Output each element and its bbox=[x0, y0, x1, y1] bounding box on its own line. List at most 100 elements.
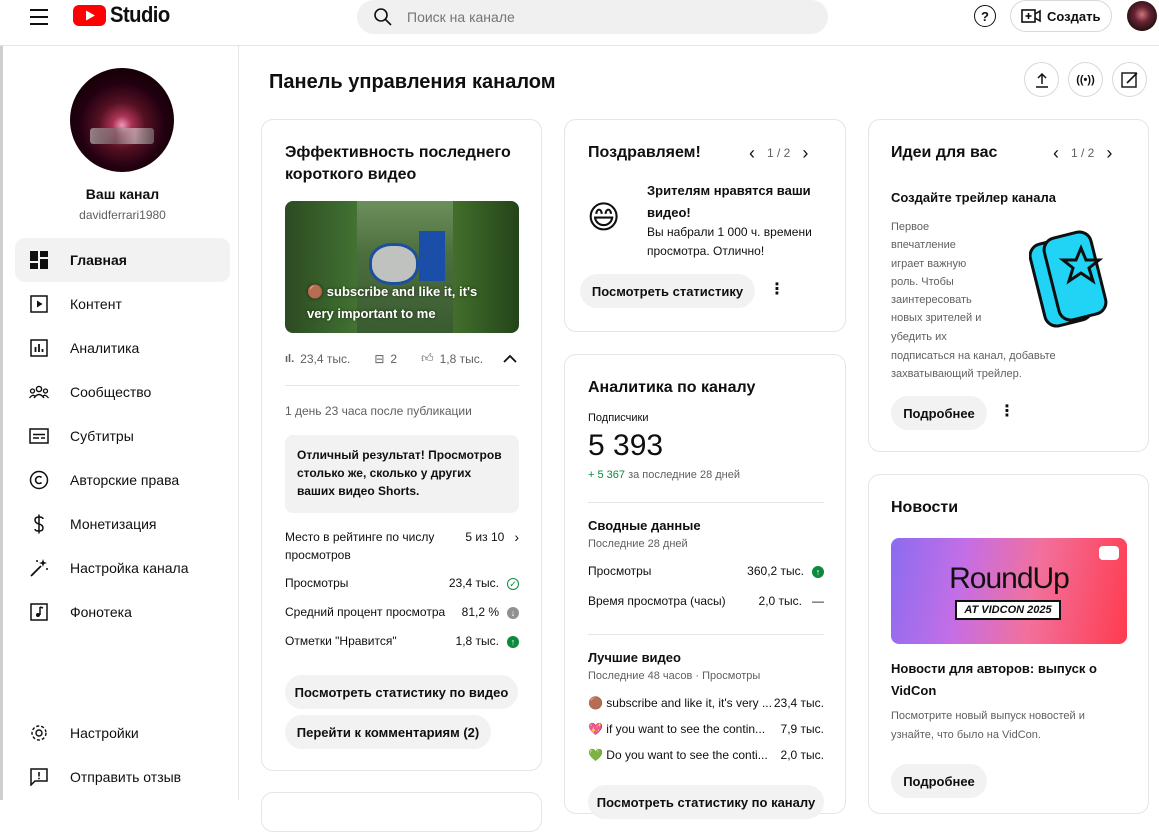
news-banner[interactable]: RoundUp AT VIDCON 2025 bbox=[891, 538, 1127, 644]
sidebar: Ваш канал davidferrari1980 Главная Конте… bbox=[0, 46, 239, 800]
comments-count: 2 bbox=[390, 351, 398, 366]
likes-label: Отметки "Нравится" bbox=[285, 634, 397, 648]
audio-library-icon bbox=[28, 601, 50, 623]
sidebar-item-label: Аналитика bbox=[70, 340, 140, 356]
more-vert-icon[interactable]: ⋮ bbox=[999, 403, 1015, 423]
summary-views-value: 360,2 тыс. bbox=[747, 564, 804, 578]
sidebar-item-label: Настройки bbox=[70, 725, 139, 741]
channel-analytics-card: Аналитика по каналу Подписчики 5 393 + 5… bbox=[564, 354, 846, 819]
sidebar-item-monetization[interactable]: Монетизация bbox=[15, 502, 230, 546]
rank-row[interactable]: Место в рейтинге по числу просмотров 5 и… bbox=[285, 528, 519, 564]
divider bbox=[588, 502, 824, 503]
analytics-icon bbox=[28, 337, 50, 359]
view-stats-button[interactable]: Посмотреть статистику bbox=[580, 274, 755, 308]
news-card: Новости RoundUp AT VIDCON 2025 Новости д… bbox=[868, 474, 1149, 814]
top-video-row[interactable]: 💖 if you want to see the contin... 7,9 т… bbox=[588, 722, 824, 736]
menu-icon[interactable] bbox=[24, 4, 56, 30]
sidebar-item-customization[interactable]: Настройка канала bbox=[15, 546, 230, 590]
create-button[interactable]: Создать bbox=[1010, 0, 1112, 32]
check-circle-icon: ✓ bbox=[507, 577, 519, 590]
sidebar-item-content[interactable]: Контент bbox=[15, 282, 230, 326]
sidebar-item-feedback[interactable]: Отправить отзыв bbox=[15, 755, 230, 799]
learn-more-button[interactable]: Подробнее bbox=[891, 396, 987, 430]
search-icon bbox=[374, 8, 392, 26]
top-video-title: 💚 Do you want to see the conti... bbox=[588, 748, 768, 762]
train-face-shape bbox=[369, 243, 419, 285]
divider bbox=[285, 385, 519, 386]
train-body-shape bbox=[419, 231, 445, 281]
view-video-stats-button[interactable]: Посмотреть статистику по видео bbox=[285, 675, 518, 709]
top-video-views: 7,9 тыс. bbox=[780, 722, 824, 736]
help-icon[interactable]: ? bbox=[974, 5, 996, 27]
top-video-row[interactable]: 💚 Do you want to see the conti... 2,0 ты… bbox=[588, 748, 824, 762]
arrow-up-circle-icon: ↑ bbox=[812, 565, 824, 578]
rank-value: 5 из 10 bbox=[465, 530, 505, 544]
chevron-right-icon[interactable]: › bbox=[1106, 144, 1112, 162]
chevron-right-icon[interactable]: › bbox=[802, 144, 808, 162]
idea-subtitle: Создайте трейлер канала bbox=[891, 190, 1057, 205]
subscribers-delta-period: за последние 28 дней bbox=[628, 469, 741, 481]
sidebar-item-label: Отправить отзыв bbox=[70, 769, 182, 785]
congrats-headline: Зрителям нравятся ваши видео! bbox=[647, 183, 811, 220]
more-vert-icon[interactable]: ⋮ bbox=[769, 281, 785, 301]
views-count: 23,4 тыс. bbox=[300, 351, 351, 366]
upload-button[interactable] bbox=[1024, 62, 1059, 97]
upload-icon bbox=[1035, 72, 1048, 88]
channel-name: Ваш канал bbox=[85, 186, 160, 202]
top-video-views: 2,0 тыс. bbox=[780, 748, 824, 762]
avg-view-label: Средний процент просмотра bbox=[285, 605, 446, 619]
sidebar-item-dashboard[interactable]: Главная bbox=[15, 238, 230, 282]
youtube-badge-icon bbox=[1099, 546, 1119, 560]
sidebar-item-copyright[interactable]: Авторские права bbox=[15, 458, 230, 502]
search-input[interactable] bbox=[407, 9, 767, 25]
studio-logo[interactable]: Studio bbox=[73, 2, 175, 28]
summary-watchtime-row: Время просмотра (часы) 2,0 тыс. — bbox=[588, 594, 824, 608]
sidebar-item-settings[interactable]: Настройки bbox=[15, 711, 230, 755]
search-bar[interactable] bbox=[357, 0, 828, 34]
video-thumbnail[interactable]: 🟤 subscribe and like it, it's very impor… bbox=[285, 201, 519, 333]
subtitles-icon bbox=[28, 425, 50, 447]
chevron-left-icon[interactable]: ‹ bbox=[749, 144, 755, 162]
card-title: Аналитика по каналу bbox=[588, 379, 756, 396]
next-card-partial bbox=[261, 792, 542, 832]
sidebar-item-subtitles[interactable]: Субтитры bbox=[15, 414, 230, 458]
news-headline[interactable]: Новости для авторов: выпуск о VidCon bbox=[891, 658, 1127, 702]
news-learn-more-button[interactable]: Подробнее bbox=[891, 764, 987, 798]
views-value: 23,4 тыс. bbox=[448, 576, 499, 590]
published-time: 1 день 23 часа после публикации bbox=[285, 404, 472, 418]
sidebar-item-label: Субтитры bbox=[70, 428, 134, 444]
top-video-row[interactable]: 🟤 subscribe and like it, it's very ... 2… bbox=[588, 696, 824, 710]
congrats-text: Вы набрали 1 000 ч. времени просмотра. О… bbox=[647, 225, 812, 258]
sidebar-item-label: Авторские права bbox=[70, 472, 180, 488]
views-row: Просмотры 23,4 тыс. ✓ bbox=[285, 576, 519, 590]
account-avatar[interactable] bbox=[1127, 1, 1157, 31]
sidebar-item-label: Главная bbox=[70, 252, 127, 268]
logo-text: Studio bbox=[110, 2, 170, 27]
divider bbox=[588, 634, 824, 635]
chevron-up-icon[interactable] bbox=[503, 354, 517, 364]
go-to-comments-button[interactable]: Перейти к комментариям (2) bbox=[285, 715, 491, 749]
subscribers-delta: + 5 367 за последние 28 дней bbox=[588, 469, 740, 481]
views-icon: ıl. bbox=[285, 352, 295, 365]
go-live-button[interactable]: ((•)) bbox=[1068, 62, 1103, 97]
comments-icon: ⊟ bbox=[374, 351, 385, 366]
no-change-icon: — bbox=[812, 594, 824, 608]
dashboard-icon bbox=[28, 249, 50, 271]
sidebar-item-analytics[interactable]: Аналитика bbox=[15, 326, 230, 370]
channel-avatar[interactable] bbox=[70, 68, 174, 172]
create-post-button[interactable] bbox=[1112, 62, 1147, 97]
ideas-card: Идеи для вас ‹ 1 / 2 › Создайте трейлер … bbox=[868, 119, 1149, 452]
sidebar-item-community[interactable]: Сообщество bbox=[15, 370, 230, 414]
view-channel-stats-button[interactable]: Посмотреть статистику по каналу bbox=[588, 785, 824, 819]
chevron-right-icon: › bbox=[514, 529, 519, 545]
summary-watchtime-value: 2,0 тыс. bbox=[758, 594, 802, 608]
likes-value: 1,8 тыс. bbox=[455, 634, 499, 648]
chevron-left-icon[interactable]: ‹ bbox=[1053, 144, 1059, 162]
arrow-down-circle-icon: ↓ bbox=[507, 606, 519, 619]
sidebar-item-audio-library[interactable]: Фонотека bbox=[15, 590, 230, 634]
card-title: Новости bbox=[891, 499, 959, 516]
rank-label: Место в рейтинге по числу просмотров bbox=[285, 530, 435, 562]
banner-subtitle: AT VIDCON 2025 bbox=[955, 600, 1061, 620]
sidebar-item-label: Монетизация bbox=[70, 516, 157, 532]
congrats-pager: ‹ 1 / 2 › bbox=[749, 144, 808, 162]
